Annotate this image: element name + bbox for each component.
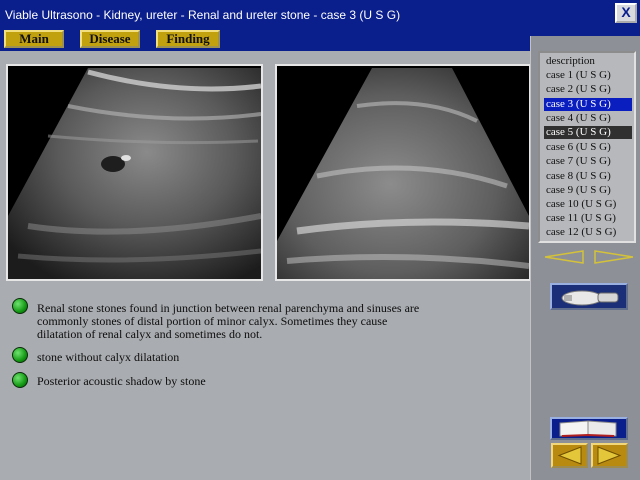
bullet-icon [12,298,28,314]
ultrasound-image-2 [275,64,531,281]
bullet-icon [12,347,28,363]
main-menu-button[interactable]: Main [4,30,64,48]
list-header: description [546,55,595,67]
case-list[interactable]: description case 1 (U S G) case 2 (U S G… [538,51,636,243]
list-item[interactable]: case 8 (U S G) [544,170,632,183]
book-button[interactable] [550,417,628,440]
prev-arrow-icon [557,446,582,465]
finding-text: Posterior acoustic shadow by stone [37,374,206,388]
finding-text: stone without calyx dilatation [37,350,180,364]
list-item[interactable]: case 2 (U S G) [544,83,632,96]
list-item[interactable]: case 11 (U S G) [544,212,632,225]
ultrasound-image-1 [6,64,263,281]
list-item[interactable]: case 7 (U S G) [544,155,632,168]
list-item-selected[interactable]: case 3 (U S G) [544,98,632,111]
list-item[interactable]: case 1 (U S G) [544,69,632,82]
close-icon: X [621,4,631,20]
triangle-right-icon[interactable] [593,249,635,265]
disease-menu-button[interactable]: Disease [80,30,140,48]
triangle-left-icon[interactable] [543,249,585,265]
list-item[interactable]: case 4 (U S G) [544,112,632,125]
bullet-icon [12,372,28,388]
open-book-icon [559,420,617,437]
list-item[interactable]: case 12 (U S G) [544,226,632,239]
window-title: Viable Ultrasono - Kidney, ureter - Rena… [5,8,401,22]
prev-button[interactable] [551,443,588,468]
next-button[interactable] [591,443,628,468]
list-item[interactable]: case 10 (U S G) [544,198,632,211]
next-arrow-icon [597,446,622,465]
close-button[interactable]: X [615,3,637,23]
list-item-hovered[interactable]: case 5 (U S G) [544,126,632,139]
finding-menu-button[interactable]: Finding [156,30,220,48]
probe-button[interactable] [550,283,628,310]
ultrasound-probe-icon [561,290,619,306]
list-item[interactable]: case 9 (U S G) [544,184,632,197]
finding-text: Renal stone stones found in junction bet… [37,301,420,341]
list-item[interactable]: case 6 (U S G) [544,141,632,154]
